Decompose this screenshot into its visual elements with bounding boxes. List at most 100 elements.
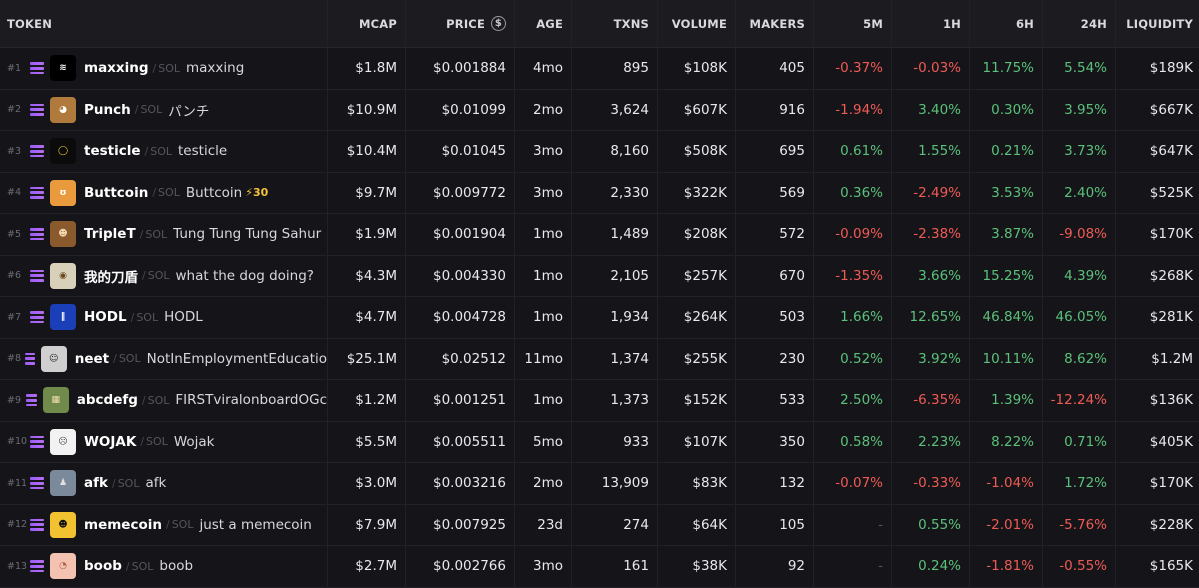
header-makers[interactable]: MAKERS	[736, 0, 814, 47]
token-cell[interactable]: #10 ☹ WOJAK / SOL Wojak	[0, 421, 328, 462]
table-row[interactable]: #4 ʊ Buttcoin / SOL Buttcoin ⚡30 $9.7M $0…	[0, 172, 1199, 214]
token-symbol: HODL	[84, 309, 127, 326]
token-cell[interactable]: #2 ◕ Punch / SOL パンチ	[0, 89, 328, 130]
rank: #1	[7, 62, 22, 74]
token-cell[interactable]: #5 ☻ TripleT / SOL Tung Tung Tung Sahur	[0, 214, 328, 255]
age-cell: 3mo	[515, 131, 572, 172]
solana-icon	[30, 518, 44, 531]
change-5m-cell: -0.09%	[814, 214, 892, 255]
header-volume[interactable]: VOLUME	[658, 0, 736, 47]
liquidity-cell: $136K	[1149, 392, 1193, 409]
dollar-toggle-icon[interactable]: $	[491, 16, 506, 31]
table-row[interactable]: #12 ☻ memecoin / SOL just a memecoin $7.9…	[0, 504, 1199, 546]
token-cell[interactable]: #7 ‖ HODL / SOL HODL	[0, 297, 328, 338]
volume-cell: $83K	[658, 463, 736, 504]
table-row[interactable]: #10 ☹ WOJAK / SOL Wojak $5.5M $0.005511 5…	[0, 421, 1199, 463]
table-row[interactable]: #9 ▦ abcdefg / SOL FIRSTviralonboardOGc $…	[0, 380, 1199, 422]
change-6h-cell: 10.11%	[970, 338, 1043, 379]
rank: #12	[7, 519, 28, 531]
header-liquidity[interactable]: LIQUIDITY	[1116, 0, 1199, 47]
price-cell: $0.004728	[406, 297, 515, 338]
volume-cell: $208K	[658, 214, 736, 255]
change-1h-cell: -0.03%	[892, 48, 970, 89]
change-1h-cell: 1.55%	[892, 131, 970, 172]
txns-cell: 933	[572, 421, 658, 462]
table-row[interactable]: #1 ≋ maxxing / SOL maxxing $1.8M $0.00188…	[0, 48, 1199, 90]
header-txns[interactable]: TXNS	[572, 0, 658, 47]
chain-label: / SOL	[140, 435, 168, 449]
chain-label: / SOL	[152, 186, 180, 200]
header-5m[interactable]: 5M	[814, 0, 892, 47]
header-mcap[interactable]: MCAP	[328, 0, 406, 47]
txns-cell: 1,374	[572, 338, 658, 379]
change-1h-cell: 3.92%	[892, 338, 970, 379]
table-row[interactable]: #11 ♟ afk / SOL afk $3.0M $0.003216 2mo 1…	[0, 463, 1199, 505]
volume-cell: $264K	[658, 297, 736, 338]
token-name: パンチ	[168, 103, 210, 120]
header-6h[interactable]: 6H	[970, 0, 1043, 47]
change-24h-cell: 3.95%	[1043, 89, 1116, 130]
change-24h-cell: 8.62%	[1043, 338, 1116, 379]
header-price[interactable]: PRICE $	[406, 0, 515, 47]
table-row[interactable]: #7 ‖ HODL / SOL HODL $4.7M $0.004728 1mo …	[0, 297, 1199, 339]
chain-name: SOL	[131, 559, 154, 573]
change-5m-cell: 0.52%	[814, 338, 892, 379]
token-name: afk	[145, 475, 167, 492]
mcap-cell: $7.9M	[328, 504, 406, 545]
token-cell[interactable]: #4 ʊ Buttcoin / SOL Buttcoin ⚡30	[0, 172, 328, 213]
txns-cell: 895	[572, 48, 658, 89]
chain-name: SOL	[147, 393, 170, 407]
change-1h-cell: 0.55%	[892, 504, 970, 545]
change-5m-cell: -	[814, 546, 892, 587]
header-token[interactable]: TOKEN	[0, 0, 328, 47]
header-1h[interactable]: 1H	[892, 0, 970, 47]
token-symbol: maxxing	[84, 60, 149, 77]
age-cell: 1mo	[515, 214, 572, 255]
token-cell[interactable]: #9 ▦ abcdefg / SOL FIRSTviralonboardOGc	[0, 380, 328, 421]
chain-label: / SOL	[111, 476, 140, 490]
liquidity-cell: $405K	[1149, 433, 1193, 450]
table-row[interactable]: #6 ◉ 我的刀盾 / SOL what the dog doing? $4.3M…	[0, 255, 1199, 297]
mcap-cell: $1.9M	[328, 214, 406, 255]
token-name: HODL	[164, 309, 203, 326]
token-cell[interactable]: #11 ♟ afk / SOL afk	[0, 463, 328, 504]
change-6h-cell: 46.84%	[970, 297, 1043, 338]
makers-cell: 533	[736, 380, 814, 421]
table-row[interactable]: #3 ◯ testicle / SOL testicle $10.4M $0.01…	[0, 131, 1199, 173]
chain-label: / SOL	[141, 393, 170, 407]
token-cell[interactable]: #1 ≋ maxxing / SOL maxxing	[0, 48, 328, 89]
token-cell[interactable]: #6 ◉ 我的刀盾 / SOL what the dog doing?	[0, 255, 328, 296]
age-cell: 11mo	[515, 338, 572, 379]
volume-cell: $64K	[658, 504, 736, 545]
change-5m-cell: -1.94%	[814, 89, 892, 130]
afk-logo: ♟	[50, 470, 76, 497]
token-cell[interactable]: #8 ☺ neet / SOL NotInEmploymentEducatio	[0, 338, 328, 379]
change-1h-cell: 3.66%	[892, 255, 970, 296]
chain-label: / SOL	[134, 103, 163, 117]
boob-logo: ◔	[50, 553, 76, 580]
table-row[interactable]: #13 ◔ boob / SOL boob $2.7M $0.002766 3mo…	[0, 546, 1199, 588]
liquidity-cell: $170K	[1149, 226, 1193, 243]
change-5m-cell: 0.61%	[814, 131, 892, 172]
token-cell[interactable]: #13 ◔ boob / SOL boob	[0, 546, 328, 587]
table-row[interactable]: #2 ◕ Punch / SOL パンチ $10.9M $0.01099 2mo …	[0, 89, 1199, 131]
change-5m-cell: -1.35%	[814, 255, 892, 296]
solana-icon	[30, 62, 44, 75]
price-cell: $0.001884	[406, 48, 515, 89]
chain-name: SOL	[171, 518, 194, 532]
rank: #2	[7, 104, 22, 116]
price-cell: $0.004330	[406, 255, 515, 296]
header-age[interactable]: AGE	[515, 0, 572, 47]
buttcoin-logo: ʊ	[50, 179, 76, 206]
liquidity-cell: $281K	[1149, 309, 1193, 326]
table-row[interactable]: #8 ☺ neet / SOL NotInEmploymentEducatio $…	[0, 338, 1199, 380]
change-6h-cell: 8.22%	[970, 421, 1043, 462]
token-cell[interactable]: #12 ☻ memecoin / SOL just a memecoin	[0, 504, 328, 545]
token-cell[interactable]: #3 ◯ testicle / SOL testicle	[0, 131, 328, 172]
solana-icon	[30, 477, 44, 490]
liquidity-cell: $228K	[1149, 516, 1193, 533]
table-row[interactable]: #5 ☻ TripleT / SOL Tung Tung Tung Sahur $…	[0, 214, 1199, 256]
change-1h-cell: 3.40%	[892, 89, 970, 130]
header-24h[interactable]: 24H	[1043, 0, 1116, 47]
rank: #5	[7, 228, 22, 240]
